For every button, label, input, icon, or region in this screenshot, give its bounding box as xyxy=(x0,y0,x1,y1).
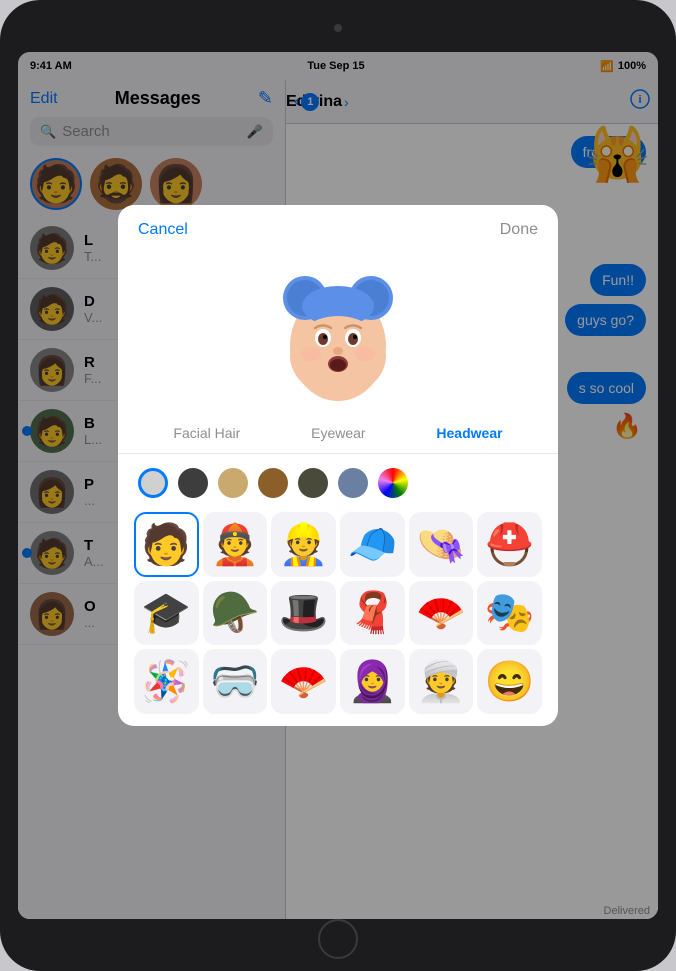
hat-item-12[interactable]: 🪅 xyxy=(134,649,199,714)
hat-face-11: 🎭 xyxy=(485,589,535,636)
tab-eyewear[interactable]: Eyewear xyxy=(303,421,373,445)
hat-face-4: 👒 xyxy=(416,521,466,568)
hat-face-1: 👲 xyxy=(210,521,260,568)
hat-face-6: 🎓 xyxy=(141,589,191,636)
hat-item-2[interactable]: 👷 xyxy=(271,512,336,577)
hat-face-14: 🪭 xyxy=(279,658,329,705)
color-swatch-1[interactable] xyxy=(178,468,208,498)
color-swatch-3[interactable] xyxy=(258,468,288,498)
hat-item-6[interactable]: 🎓 xyxy=(134,581,199,646)
memoji-preview xyxy=(118,239,558,409)
hat-face-12: 🪅 xyxy=(141,658,191,705)
hat-face-3: 🧢 xyxy=(347,521,397,568)
camera-dot xyxy=(334,24,342,32)
category-tabs: Facial Hair Eyewear Headwear xyxy=(118,413,558,454)
hat-face-2: 👷 xyxy=(279,521,329,568)
color-swatch-4[interactable] xyxy=(298,468,328,498)
memoji-editor-modal: Cancel Done xyxy=(118,205,558,726)
ipad-screen: 9:41 AM Tue Sep 15 📶 100% Edit Messages … xyxy=(18,52,658,919)
hat-face-0: 🧑 xyxy=(141,521,191,568)
modal-header: Cancel Done xyxy=(118,205,558,239)
color-swatch-5[interactable] xyxy=(338,468,368,498)
hat-item-none[interactable]: 🧑 xyxy=(134,512,199,577)
hat-face-17: 😄 xyxy=(485,658,535,705)
tab-headwear[interactable]: Headwear xyxy=(428,421,510,445)
hat-item-9[interactable]: 🧣 xyxy=(340,581,405,646)
cancel-button[interactable]: Cancel xyxy=(138,221,188,239)
hat-face-8: 🎩 xyxy=(279,589,329,636)
hat-item-11[interactable]: 🎭 xyxy=(477,581,542,646)
hat-item-15[interactable]: 🧕 xyxy=(340,649,405,714)
hat-item-7[interactable]: 🪖 xyxy=(203,581,268,646)
color-swatch-2[interactable] xyxy=(218,468,248,498)
color-swatches xyxy=(118,454,558,508)
hat-item-1[interactable]: 👲 xyxy=(203,512,268,577)
color-swatch-multicolor[interactable] xyxy=(378,468,408,498)
hat-face-10: 🪭 xyxy=(416,589,466,636)
hat-item-4[interactable]: 👒 xyxy=(409,512,474,577)
done-button[interactable]: Done xyxy=(500,221,538,239)
hat-face-9: 🧣 xyxy=(347,589,397,636)
hat-item-8[interactable]: 🎩 xyxy=(271,581,336,646)
hat-item-10[interactable]: 🪭 xyxy=(409,581,474,646)
hat-item-5[interactable]: ⛑️ xyxy=(477,512,542,577)
hat-item-3[interactable]: 🧢 xyxy=(340,512,405,577)
hat-face-15: 🧕 xyxy=(347,658,397,705)
hat-face-16: 👳 xyxy=(416,658,466,705)
hat-face-5: ⛑️ xyxy=(485,521,535,568)
hat-grid: 🧑 👲 👷 🧢 👒 ⛑️ xyxy=(118,508,558,726)
hat-face-7: 🪖 xyxy=(210,589,260,636)
color-swatch-0[interactable] xyxy=(138,468,168,498)
hat-item-13[interactable]: 🥽 xyxy=(203,649,268,714)
ipad-frame: 9:41 AM Tue Sep 15 📶 100% Edit Messages … xyxy=(0,0,676,971)
tab-facial-hair[interactable]: Facial Hair xyxy=(165,421,248,445)
hat-item-16[interactable]: 👳 xyxy=(409,649,474,714)
memoji-face-svg xyxy=(263,246,413,401)
home-button[interactable] xyxy=(318,919,358,959)
modal-overlay: Cancel Done xyxy=(18,52,658,919)
hat-item-17[interactable]: 😄 xyxy=(477,649,542,714)
hat-item-14[interactable]: 🪭 xyxy=(271,649,336,714)
hat-face-13: 🥽 xyxy=(210,658,260,705)
